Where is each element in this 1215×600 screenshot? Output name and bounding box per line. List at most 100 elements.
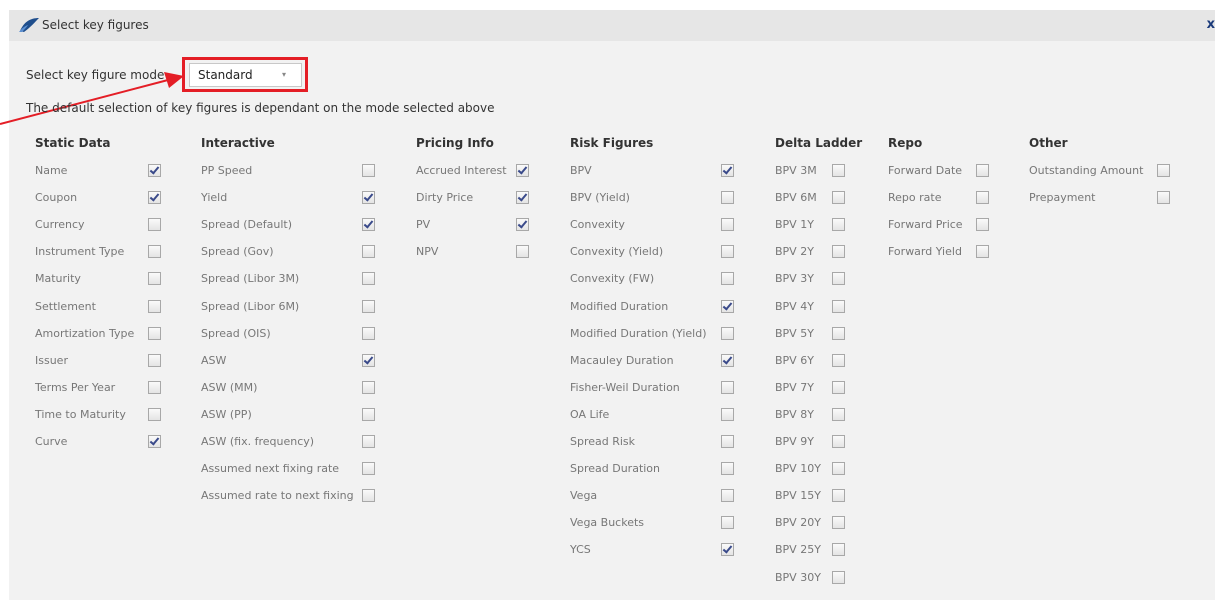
- key-figure-checkbox[interactable]: [148, 164, 161, 177]
- key-figure-checkbox[interactable]: [148, 407, 161, 421]
- key-figure-label: Name: [35, 164, 68, 177]
- key-figure-label: BPV 4Y: [775, 299, 814, 313]
- key-figure-checkbox[interactable]: [832, 380, 845, 394]
- key-figure-checkbox[interactable]: [832, 407, 845, 421]
- column-header-repo: Repo: [888, 136, 923, 150]
- key-figure-label: Time to Maturity: [35, 407, 126, 421]
- key-figure-checkbox[interactable]: [362, 380, 375, 394]
- key-figure-checkbox[interactable]: [362, 164, 375, 177]
- key-figure-label: BPV 3M: [775, 164, 817, 177]
- key-figure-checkbox[interactable]: [1157, 164, 1170, 177]
- key-figure-checkbox[interactable]: [832, 272, 845, 286]
- key-figure-label: Modified Duration: [570, 299, 669, 313]
- key-figure-checkbox[interactable]: [832, 543, 845, 557]
- key-figure-label: Coupon: [35, 191, 78, 205]
- key-figure-checkbox[interactable]: [148, 245, 161, 259]
- key-figure-label: Spread (OIS): [201, 326, 271, 340]
- key-figure-label: BPV 7Y: [775, 380, 814, 394]
- key-figure-checkbox[interactable]: [832, 299, 845, 313]
- key-figure-label: Dirty Price: [416, 191, 474, 205]
- key-figure-checkbox[interactable]: [832, 218, 845, 232]
- column-header-delta-ladder: Delta Ladder: [775, 136, 863, 150]
- key-figure-checkbox[interactable]: [362, 299, 375, 313]
- key-figure-checkbox[interactable]: [721, 407, 734, 421]
- key-figure-label: BPV 6Y: [775, 353, 814, 367]
- key-figure-checkbox[interactable]: [832, 516, 845, 530]
- key-figure-checkbox[interactable]: [148, 191, 161, 205]
- key-figure-label: Forward Price: [888, 218, 963, 232]
- key-figure-checkbox[interactable]: [832, 353, 845, 367]
- key-figure-checkbox[interactable]: [362, 462, 375, 476]
- key-figure-checkbox[interactable]: [721, 245, 734, 259]
- key-figure-label: Outstanding Amount: [1029, 164, 1144, 177]
- key-figure-checkbox[interactable]: [721, 543, 734, 557]
- key-figure-checkbox[interactable]: [832, 435, 845, 448]
- key-figure-checkbox[interactable]: [721, 164, 734, 177]
- key-figure-label: Modified Duration (Yield): [570, 326, 707, 340]
- key-figure-checkbox[interactable]: [362, 489, 375, 503]
- key-figure-checkbox[interactable]: [721, 462, 734, 476]
- key-figure-label: BPV 30Y: [775, 570, 821, 584]
- key-figure-checkbox[interactable]: [362, 191, 375, 205]
- key-figure-checkbox[interactable]: [721, 380, 734, 394]
- key-figure-label: ASW (fix. frequency): [201, 435, 315, 448]
- key-figure-label: Curve: [35, 435, 68, 448]
- key-figure-label: Spread (Libor 3M): [201, 272, 300, 286]
- key-figure-checkbox[interactable]: [832, 326, 845, 340]
- key-figure-checkbox[interactable]: [721, 489, 734, 503]
- key-figure-checkbox[interactable]: [721, 191, 734, 205]
- key-figure-checkbox[interactable]: [721, 272, 734, 286]
- key-figure-label: Vega Buckets: [570, 516, 645, 530]
- column-header-risk-figures: Risk Figures: [570, 136, 654, 150]
- key-figure-checkbox[interactable]: [516, 164, 529, 177]
- key-figure-label: Spread (Gov): [201, 245, 274, 259]
- key-figure-checkbox[interactable]: [362, 407, 375, 421]
- key-figure-checkbox[interactable]: [362, 245, 375, 259]
- key-figure-checkbox[interactable]: [832, 462, 845, 476]
- key-figure-checkbox[interactable]: [721, 326, 734, 340]
- column-header-other: Other: [1029, 136, 1068, 150]
- key-figure-checkbox[interactable]: [976, 191, 989, 205]
- key-figure-label: Convexity (Yield): [570, 245, 664, 259]
- key-figure-checkbox[interactable]: [362, 326, 375, 340]
- key-figure-checkbox[interactable]: [832, 570, 845, 584]
- key-figure-checkbox[interactable]: [976, 218, 989, 232]
- key-figure-checkbox[interactable]: [148, 218, 161, 232]
- key-figure-checkbox[interactable]: [516, 218, 529, 232]
- key-figure-checkbox[interactable]: [976, 245, 989, 259]
- key-figure-checkbox[interactable]: [516, 191, 529, 205]
- key-figure-checkbox[interactable]: [976, 164, 989, 177]
- key-figure-checkbox[interactable]: [832, 191, 845, 205]
- key-figure-checkbox[interactable]: [832, 489, 845, 503]
- key-figure-checkbox[interactable]: [362, 272, 375, 286]
- key-figure-label: Currency: [35, 218, 85, 232]
- key-figure-checkbox[interactable]: [148, 353, 161, 367]
- key-figure-label: BPV 1Y: [775, 218, 814, 232]
- key-figure-checkbox[interactable]: [362, 435, 375, 448]
- key-figure-label: Spread Duration: [570, 462, 661, 476]
- key-figure-checkbox[interactable]: [148, 326, 161, 340]
- key-figure-label: BPV 20Y: [775, 516, 821, 530]
- key-figure-checkbox[interactable]: [148, 272, 161, 286]
- key-figure-checkbox[interactable]: [832, 245, 845, 259]
- key-figure-checkbox[interactable]: [721, 218, 734, 232]
- key-figure-label: OA Life: [570, 407, 610, 421]
- key-figure-checkbox[interactable]: [832, 164, 845, 177]
- key-figure-checkbox[interactable]: [1157, 191, 1170, 205]
- key-figure-checkbox[interactable]: [148, 299, 161, 313]
- key-figure-checkbox[interactable]: [721, 353, 734, 367]
- key-figure-checkbox[interactable]: [721, 516, 734, 530]
- close-icon[interactable]: x: [1207, 17, 1215, 32]
- key-figure-label: BPV 5Y: [775, 326, 814, 340]
- key-figure-checkbox[interactable]: [362, 353, 375, 367]
- key-figure-label: Accrued Interest: [416, 164, 507, 177]
- key-figure-checkbox[interactable]: [148, 380, 161, 394]
- key-figure-checkbox[interactable]: [516, 245, 529, 259]
- key-figure-checkbox[interactable]: [721, 435, 734, 448]
- key-figure-checkbox[interactable]: [362, 218, 375, 232]
- key-figure-label: Convexity (FW): [570, 272, 655, 286]
- key-figure-checkbox[interactable]: [148, 435, 161, 448]
- key-figure-label: Amortization Type: [35, 326, 135, 340]
- key-figure-checkbox[interactable]: [721, 299, 734, 313]
- key-figure-label: ASW (MM): [201, 380, 258, 394]
